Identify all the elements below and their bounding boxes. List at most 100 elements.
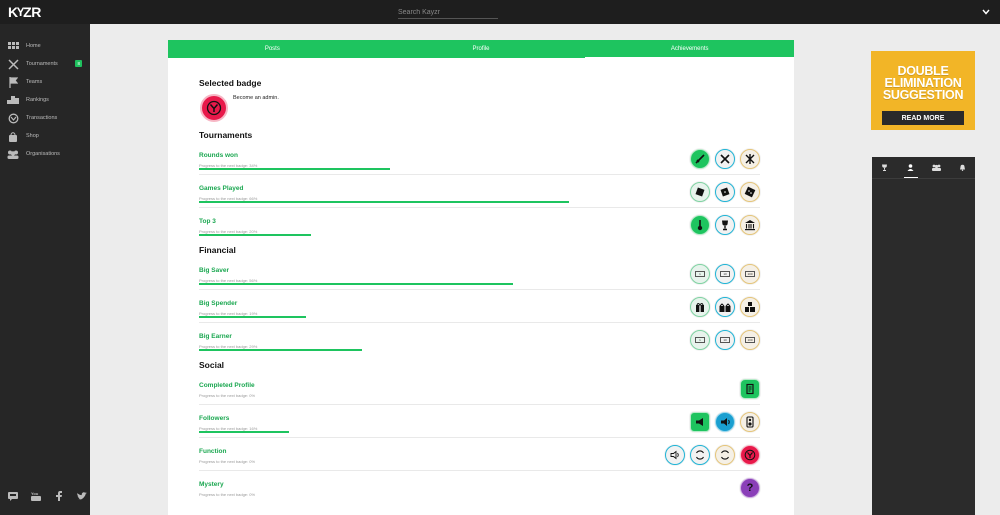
refresh-icon (696, 450, 704, 460)
progress-bar (199, 431, 289, 433)
top-3-badge-3[interactable] (740, 215, 760, 235)
mystery-badge[interactable]: ? (740, 478, 760, 498)
games-played-badge-3[interactable] (740, 182, 760, 202)
achievement-name: Rounds won (199, 152, 238, 159)
tab-trophies[interactable] (872, 157, 898, 178)
top-3-badge-2[interactable] (715, 215, 735, 235)
selected-badge-heading: Selected badge (199, 78, 262, 88)
big-spender-badge-2[interactable] (715, 297, 735, 317)
function-badge-2[interactable] (690, 445, 710, 465)
speaker-icon (721, 418, 730, 426)
twitter-icon[interactable] (77, 491, 87, 501)
big-earner-badge-2[interactable]: 10 (715, 330, 735, 350)
big-saver-badge-3[interactable]: 100 (740, 264, 760, 284)
social-links: You (8, 491, 87, 501)
youtube-icon[interactable]: You (31, 491, 41, 501)
sidebar-item-label: Teams (26, 79, 43, 85)
function-badge-3[interactable] (715, 445, 735, 465)
kayzr-admin-icon (744, 449, 756, 461)
progress-bar (199, 316, 306, 318)
rounds-won-badge-2[interactable] (715, 149, 735, 169)
die-icon (695, 187, 705, 197)
progress-bar (199, 168, 390, 170)
completed-profile-badge[interactable] (740, 379, 760, 399)
group-icon (931, 164, 941, 171)
user-icon (907, 164, 914, 171)
big-earner-badge-1[interactable]: 1 (690, 330, 710, 350)
tournaments-count-badge: 8 (75, 60, 82, 67)
achievement-name: Top 3 (199, 218, 216, 225)
big-spender-badge-3[interactable] (740, 297, 760, 317)
document-icon (746, 383, 754, 395)
sidebar-item-label: Home (26, 43, 41, 49)
rounds-won-badge-1[interactable] (690, 149, 710, 169)
bag-icon (7, 131, 19, 142)
achievement-name: Big Earner (199, 333, 232, 340)
big-spender-badge-1[interactable] (690, 297, 710, 317)
right-panel (872, 157, 975, 515)
big-earner-badge-3[interactable]: 100 (740, 330, 760, 350)
rounds-won-badge-3[interactable] (740, 149, 760, 169)
sidebar-item-shop[interactable]: Shop (0, 128, 90, 144)
games-played-badge-1[interactable] (690, 182, 710, 202)
sidebar-item-home[interactable]: Home (0, 38, 90, 54)
top-3-badge-1[interactable] (690, 215, 710, 235)
chevron-down-icon[interactable] (982, 7, 990, 17)
tab-posts[interactable]: Posts (168, 40, 377, 58)
sidebar-item-label: Rankings (26, 97, 49, 103)
big-saver-badge-1[interactable]: 1 (690, 264, 710, 284)
megaphone-icon (696, 418, 703, 426)
games-played-badge-2[interactable] (715, 182, 735, 202)
financial-heading: Financial (199, 245, 236, 255)
achievement-row-top-3: Top 3 Progress to the next badge: 20% (199, 208, 760, 241)
sidebar-item-organisations[interactable]: Organisations (0, 146, 90, 162)
achievement-progress-text: Progress to the next badge: 0% (199, 393, 256, 398)
tab-notifications[interactable] (949, 157, 975, 178)
function-badge-admin[interactable] (740, 445, 760, 465)
big-saver-badge-2[interactable]: 10 (715, 264, 735, 284)
search-input[interactable] (398, 6, 498, 19)
achievement-row-mystery: Mystery Progress to the next badge: 0% ? (199, 471, 760, 504)
chat-icon[interactable] (8, 491, 18, 501)
facebook-icon[interactable] (54, 491, 64, 501)
kayzr-admin-icon (206, 100, 222, 116)
followers-badge-3[interactable] (740, 412, 760, 432)
kayzr-logo[interactable]: K Y ZR (8, 4, 41, 20)
achievement-name: Games Played (199, 185, 244, 192)
achievements-card: Posts Profile Achievements Selected badg… (168, 40, 794, 515)
selected-admin-badge[interactable] (200, 94, 228, 122)
tab-profile[interactable]: Profile (377, 40, 586, 58)
sidebar-item-transactions[interactable]: Transactions (0, 110, 90, 126)
sidebar-item-rankings[interactable]: Rankings (0, 92, 90, 108)
function-badge-1[interactable] (665, 445, 685, 465)
bill-icon: 10 (720, 337, 730, 343)
sidebar-item-tournaments[interactable]: Tournaments 8 (0, 56, 90, 72)
double-elimination-ad[interactable]: DOUBLE ELIMINATION SUGGESTION READ MORE (871, 51, 975, 130)
podium-icon (7, 95, 19, 105)
sidebar-item-label: Tournaments (26, 61, 58, 67)
social-heading: Social (199, 360, 225, 370)
read-more-button[interactable]: READ MORE (882, 111, 964, 125)
sidebar-item-teams[interactable]: Teams (0, 74, 90, 90)
tab-user[interactable] (898, 157, 924, 178)
gift-icon (696, 303, 704, 312)
loudspeaker-icon (746, 416, 754, 428)
achievement-row-big-spender: Big Spender Progress to the next badge: … (199, 290, 760, 323)
progress-bar (199, 349, 362, 351)
followers-badge-1[interactable] (690, 412, 710, 432)
achievement-name: Followers (199, 415, 230, 422)
tab-friends[interactable] (924, 157, 950, 178)
bill-icon: 1 (695, 337, 705, 343)
achievement-name: Mystery (199, 481, 224, 488)
gift-stack-icon (745, 302, 755, 312)
group-icon (7, 149, 19, 159)
banner-icon (7, 76, 19, 88)
achievement-row-big-earner: Big Earner Progress to the next badge: 2… (199, 323, 760, 356)
achievement-row-function: Function Progress to the next badge: 0% (199, 438, 760, 471)
gifts-icon (719, 303, 731, 312)
achievement-row-followers: Followers Progress to the next badge: 16… (199, 405, 760, 438)
followers-badge-2[interactable] (715, 412, 735, 432)
achievement-name: Big Saver (199, 267, 229, 274)
question-mark-icon: ? (746, 482, 754, 494)
tab-achievements[interactable]: Achievements (585, 40, 794, 58)
